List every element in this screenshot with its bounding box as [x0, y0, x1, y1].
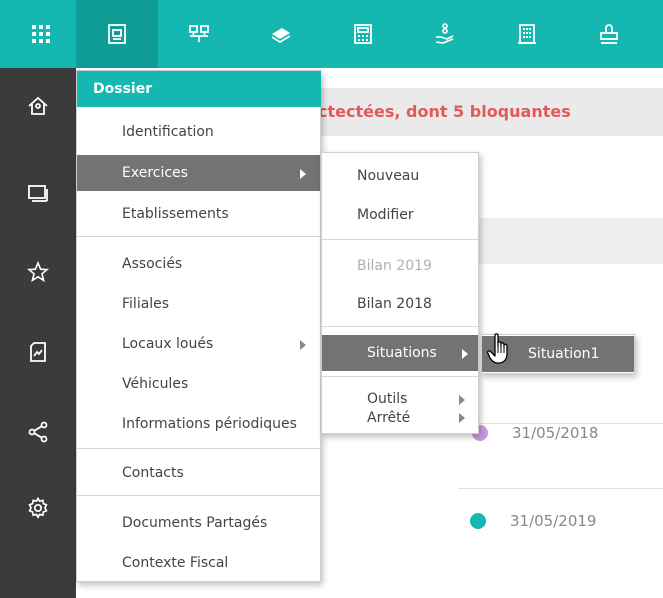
report-icon[interactable] [0, 332, 76, 372]
date-text: 31/05/2019 [510, 512, 597, 530]
list-item[interactable]: 31/05/2018 [472, 418, 598, 448]
star-icon[interactable] [0, 252, 76, 292]
menu-item-bilan-2018[interactable]: Bilan 2018 [322, 286, 478, 322]
dossier-menu: Dossier Identification Exercices Etablis… [76, 70, 321, 582]
date-text: 31/05/2018 [512, 424, 599, 442]
menu-item-locaux-loues[interactable]: Locaux loués [77, 326, 320, 362]
apps-grid-icon[interactable] [0, 0, 82, 68]
menu-divider [322, 376, 478, 377]
alert-text: ctectées, dont 5 bloquantes [318, 102, 571, 121]
coins-hand-icon[interactable] [404, 0, 486, 68]
menu-divider [322, 326, 478, 327]
menu-item-nouveau[interactable]: Nouveau [322, 158, 478, 194]
money-icon[interactable] [240, 0, 322, 68]
menu-item-modifier[interactable]: Modifier [322, 197, 478, 233]
building-icon[interactable] [486, 0, 568, 68]
home-icon[interactable] [0, 86, 76, 126]
status-dot [470, 513, 486, 529]
menu-item-vehicules[interactable]: Véhicules [77, 366, 320, 402]
menu-item-contexte-fiscal[interactable]: Contexte Fiscal [77, 545, 320, 581]
menu-item-arrete[interactable]: Arrêté [322, 404, 478, 432]
stamp-icon[interactable] [568, 0, 650, 68]
windows-icon[interactable] [0, 172, 76, 212]
menu-item-contacts[interactable]: Contacts [77, 455, 320, 491]
menu-item-exercices[interactable]: Exercices [77, 155, 320, 191]
menu-item-bilan-2019: Bilan 2019 [357, 258, 432, 274]
menu-item-informations-periodiques[interactable]: Informations périodiques [77, 406, 320, 442]
menu-item-identification[interactable]: Identification [77, 114, 320, 150]
menu-item-situations[interactable]: Situations [322, 335, 478, 371]
calculator-icon[interactable] [322, 0, 404, 68]
folder-icon[interactable] [76, 0, 158, 68]
menu-divider [77, 448, 320, 449]
hand-cursor-icon [486, 333, 513, 365]
menu-divider [322, 239, 478, 240]
exercices-submenu: Nouveau Modifier Bilan 2019 Bilan 2018 S… [321, 152, 479, 434]
menu-item-associes[interactable]: Associés [77, 246, 320, 282]
share-icon[interactable] [0, 412, 76, 452]
network-icon[interactable] [158, 0, 240, 68]
menu-item-filiales[interactable]: Filiales [77, 286, 320, 322]
side-navigation [0, 68, 76, 598]
menu-header: Dossier [77, 71, 321, 107]
list-item[interactable]: 31/05/2019 [470, 506, 596, 536]
chevron-right-icon [300, 340, 306, 350]
chevron-right-icon [459, 413, 465, 423]
chevron-right-icon [300, 169, 306, 179]
menu-item-etablissements[interactable]: Etablissements [77, 196, 320, 232]
menu-divider [77, 236, 320, 237]
menu-item-documents-partages[interactable]: Documents Partagés [77, 505, 320, 541]
settings-icon[interactable] [0, 488, 76, 528]
menu-divider [77, 495, 320, 496]
top-toolbar [0, 0, 663, 68]
divider [458, 488, 663, 489]
chevron-right-icon [462, 349, 468, 359]
